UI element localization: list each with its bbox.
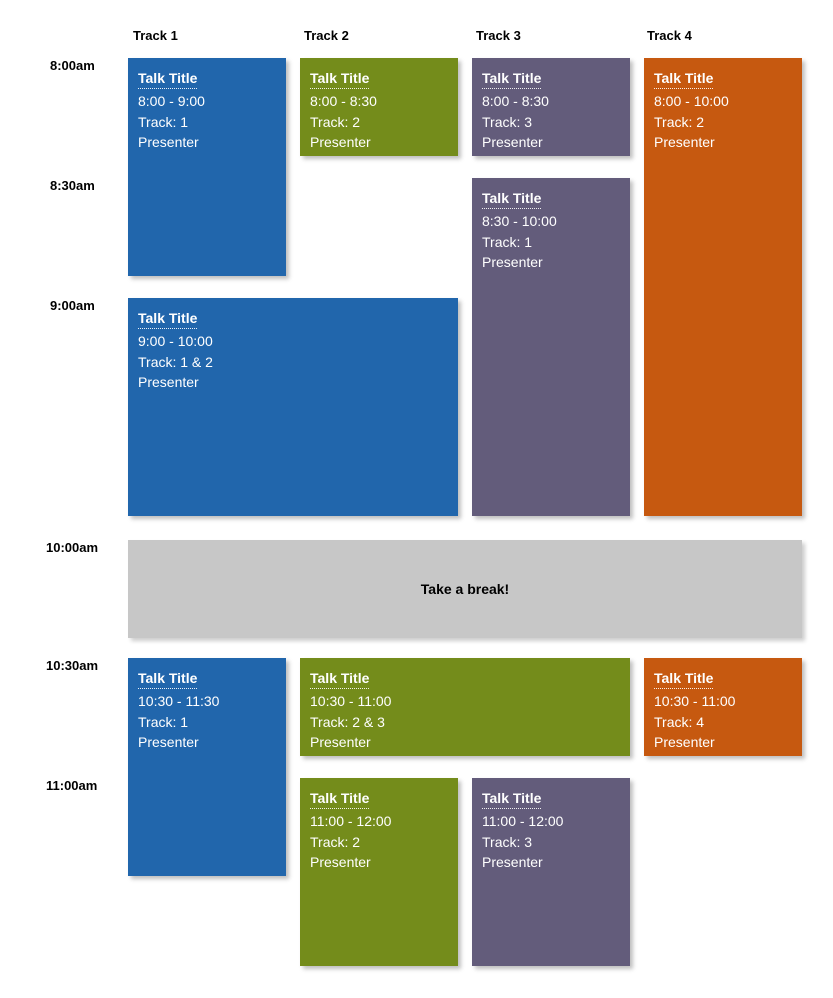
session-time: 11:00 - 12:00 <box>482 813 563 829</box>
session-presenter: Presenter <box>138 134 199 150</box>
break-block: Take a break! <box>128 540 802 638</box>
break-text: Take a break! <box>421 581 509 597</box>
track-header-4: Track 4 <box>647 28 692 43</box>
track-header-1: Track 1 <box>133 28 178 43</box>
session-track: Track: 2 <box>310 114 360 130</box>
session-title[interactable]: Talk Title <box>654 68 713 89</box>
session-t2-3-1030[interactable]: Talk Title 10:30 - 11:00 Track: 2 & 3 Pr… <box>300 658 630 756</box>
session-time: 8:00 - 8:30 <box>482 93 549 109</box>
session-title[interactable]: Talk Title <box>482 68 541 89</box>
session-t2-1100[interactable]: Talk Title 11:00 - 12:00 Track: 2 Presen… <box>300 778 458 966</box>
session-presenter: Presenter <box>654 134 715 150</box>
time-label-1000: 10:00am <box>46 540 98 555</box>
session-presenter: Presenter <box>310 854 371 870</box>
session-time: 8:30 - 10:00 <box>482 213 557 229</box>
session-presenter: Presenter <box>482 254 543 270</box>
session-title[interactable]: Talk Title <box>310 668 369 689</box>
session-time: 8:00 - 8:30 <box>310 93 377 109</box>
session-track: Track: 1 <box>138 114 188 130</box>
session-title[interactable]: Talk Title <box>310 788 369 809</box>
time-label-1100: 11:00am <box>46 778 97 793</box>
time-label-1030: 10:30am <box>46 658 98 673</box>
session-time: 8:00 - 9:00 <box>138 93 205 109</box>
session-time: 10:30 - 11:00 <box>310 693 391 709</box>
session-t2-0800[interactable]: Talk Title 8:00 - 8:30 Track: 2 Presente… <box>300 58 458 156</box>
session-t3-1100[interactable]: Talk Title 11:00 - 12:00 Track: 3 Presen… <box>472 778 630 966</box>
session-title[interactable]: Talk Title <box>138 308 197 329</box>
session-time: 10:30 - 11:00 <box>654 693 735 709</box>
time-label-0800: 8:00am <box>50 58 95 73</box>
session-presenter: Presenter <box>138 374 199 390</box>
session-t3-0800[interactable]: Talk Title 8:00 - 8:30 Track: 3 Presente… <box>472 58 630 156</box>
session-t4-1030[interactable]: Talk Title 10:30 - 11:00 Track: 4 Presen… <box>644 658 802 756</box>
session-title[interactable]: Talk Title <box>482 188 541 209</box>
session-presenter: Presenter <box>310 734 371 750</box>
session-track: Track: 1 <box>138 714 188 730</box>
session-t1-2-0900[interactable]: Talk Title 9:00 - 10:00 Track: 1 & 2 Pre… <box>128 298 458 516</box>
session-time: 11:00 - 12:00 <box>310 813 391 829</box>
session-t4-0800[interactable]: Talk Title 8:00 - 10:00 Track: 2 Present… <box>644 58 802 516</box>
session-title[interactable]: Talk Title <box>482 788 541 809</box>
session-track: Track: 2 <box>654 114 704 130</box>
session-presenter: Presenter <box>310 134 371 150</box>
session-track: Track: 1 <box>482 234 532 250</box>
session-track: Track: 4 <box>654 714 704 730</box>
session-t3-0830[interactable]: Talk Title 8:30 - 10:00 Track: 1 Present… <box>472 178 630 516</box>
schedule-grid: Track 1 Track 2 Track 3 Track 4 8:00am 8… <box>0 0 833 998</box>
session-presenter: Presenter <box>482 134 543 150</box>
session-t1-1030[interactable]: Talk Title 10:30 - 11:30 Track: 1 Presen… <box>128 658 286 876</box>
session-track: Track: 2 & 3 <box>310 714 385 730</box>
track-header-3: Track 3 <box>476 28 521 43</box>
session-presenter: Presenter <box>654 734 715 750</box>
time-label-0830: 8:30am <box>50 178 95 193</box>
session-presenter: Presenter <box>482 854 543 870</box>
track-header-2: Track 2 <box>304 28 349 43</box>
session-presenter: Presenter <box>138 734 199 750</box>
session-title[interactable]: Talk Title <box>654 668 713 689</box>
session-track: Track: 3 <box>482 114 532 130</box>
session-track: Track: 1 & 2 <box>138 354 213 370</box>
session-title[interactable]: Talk Title <box>310 68 369 89</box>
session-t1-0800[interactable]: Talk Title 8:00 - 9:00 Track: 1 Presente… <box>128 58 286 276</box>
session-time: 8:00 - 10:00 <box>654 93 729 109</box>
session-time: 9:00 - 10:00 <box>138 333 213 349</box>
time-label-0900: 9:00am <box>50 298 95 313</box>
session-title[interactable]: Talk Title <box>138 68 197 89</box>
session-track: Track: 3 <box>482 834 532 850</box>
session-track: Track: 2 <box>310 834 360 850</box>
session-time: 10:30 - 11:30 <box>138 693 219 709</box>
session-title[interactable]: Talk Title <box>138 668 197 689</box>
